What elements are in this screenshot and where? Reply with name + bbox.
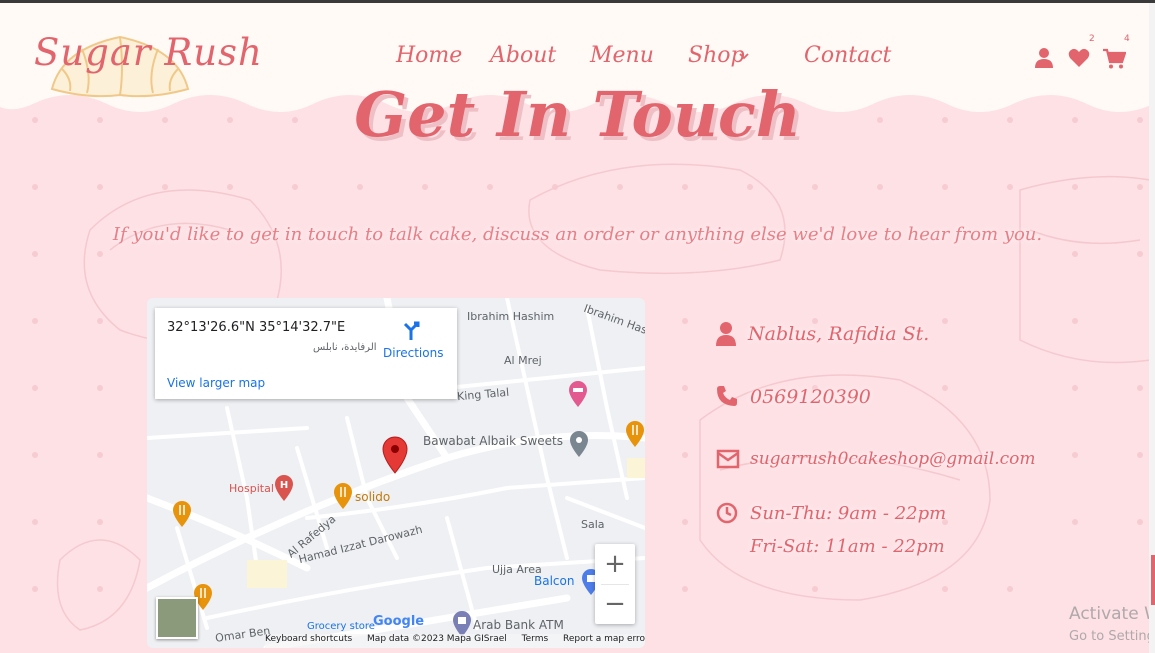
embedded-map[interactable]: Ibrahim Hashim Ibrahim Hash Al Mrej King… [147, 298, 645, 648]
heart-icon[interactable] [1068, 48, 1090, 68]
phone-icon [717, 386, 737, 406]
cart-icon[interactable] [1102, 48, 1126, 70]
restaurant-icon[interactable] [332, 482, 354, 510]
contact-hours-weekend: Fri-Sat: 11am - 22pm [750, 536, 945, 557]
directions-icon[interactable] [399, 318, 423, 342]
view-larger-map-link[interactable]: View larger map [167, 376, 265, 390]
map-footer: Keyboard shortcuts Map data ©2023 Mapa G… [265, 634, 645, 648]
user-icon [716, 322, 736, 346]
contact-phone[interactable]: 0569120390 [750, 386, 871, 408]
cart-count-badge: 4 [1124, 34, 1130, 44]
map-coordinates: 32°13'26.6"N 35°14'32.7"E [167, 320, 346, 335]
wishlist-count-badge: 2 [1089, 34, 1095, 44]
map-info-card: 32°13'26.6"N 35°14'32.7"E الرفايدة، نابل… [155, 308, 457, 399]
terms-link[interactable]: Terms [522, 634, 549, 644]
hospital-icon[interactable]: H [273, 474, 295, 502]
activate-windows-subtitle: Go to Setting [1069, 629, 1155, 644]
contact-location: Nablus, Rafidia St. [748, 323, 930, 345]
google-logo: Google [373, 614, 425, 629]
location-marker-icon[interactable] [381, 436, 409, 474]
page-subtitle: If you'd like to get in touch to talk ca… [112, 224, 1043, 245]
map-zoom-controls: + − [595, 544, 635, 624]
keyboard-shortcuts-link[interactable]: Keyboard shortcuts [265, 634, 352, 644]
poi-label[interactable]: Bawabat Albaik Sweets [423, 434, 563, 448]
svg-text:H: H [280, 480, 288, 491]
mail-icon [716, 449, 740, 469]
user-icon[interactable] [1034, 47, 1054, 69]
contact-hours-weekday: Sun-Thu: 9am - 22pm [750, 503, 947, 524]
nav-contact[interactable]: Contact [804, 43, 891, 68]
poi-label[interactable]: solido [355, 490, 390, 504]
chevron-down-icon[interactable] [738, 51, 750, 61]
activate-windows-title: Activate W [1069, 604, 1155, 624]
directions-link[interactable]: Directions [383, 346, 443, 360]
logo-text[interactable]: Sugar Rush [34, 31, 263, 74]
poi-label[interactable]: Arab Bank ATM [473, 618, 564, 632]
poi-label[interactable]: Balcon [534, 574, 574, 588]
poi-pin-icon[interactable] [568, 430, 590, 458]
page-title: Get In Touch [354, 78, 801, 151]
report-map-error-link[interactable]: Report a map error [563, 634, 645, 644]
map-data-attribution: Map data ©2023 Mapa GISrael [367, 634, 507, 644]
zoom-out-button[interactable]: − [595, 584, 635, 624]
scrollbar-thumb[interactable] [1151, 555, 1155, 605]
hotel-icon[interactable] [567, 380, 589, 408]
nav-home[interactable]: Home [396, 43, 462, 68]
map-road-label: Al Mrej [504, 354, 542, 367]
nav-shop[interactable]: Shop [688, 43, 745, 68]
restaurant-icon[interactable] [171, 500, 193, 528]
zoom-in-button[interactable]: + [595, 544, 635, 584]
map-road-label: Ibrahim Hashim [467, 310, 555, 323]
satellite-view-toggle[interactable] [156, 597, 198, 639]
restaurant-icon[interactable] [624, 420, 645, 448]
nav-about[interactable]: About [490, 43, 556, 68]
contact-email[interactable]: sugarrush0cakeshop@gmail.com [750, 449, 1035, 469]
nav-menu[interactable]: Menu [590, 43, 654, 68]
poi-label[interactable]: Hospital [229, 482, 274, 495]
clock-icon [716, 502, 738, 524]
map-road-label: Sala [581, 518, 605, 531]
poi-label[interactable]: Grocery store [307, 621, 375, 632]
map-address: الرفايدة، نابلس [313, 342, 377, 353]
